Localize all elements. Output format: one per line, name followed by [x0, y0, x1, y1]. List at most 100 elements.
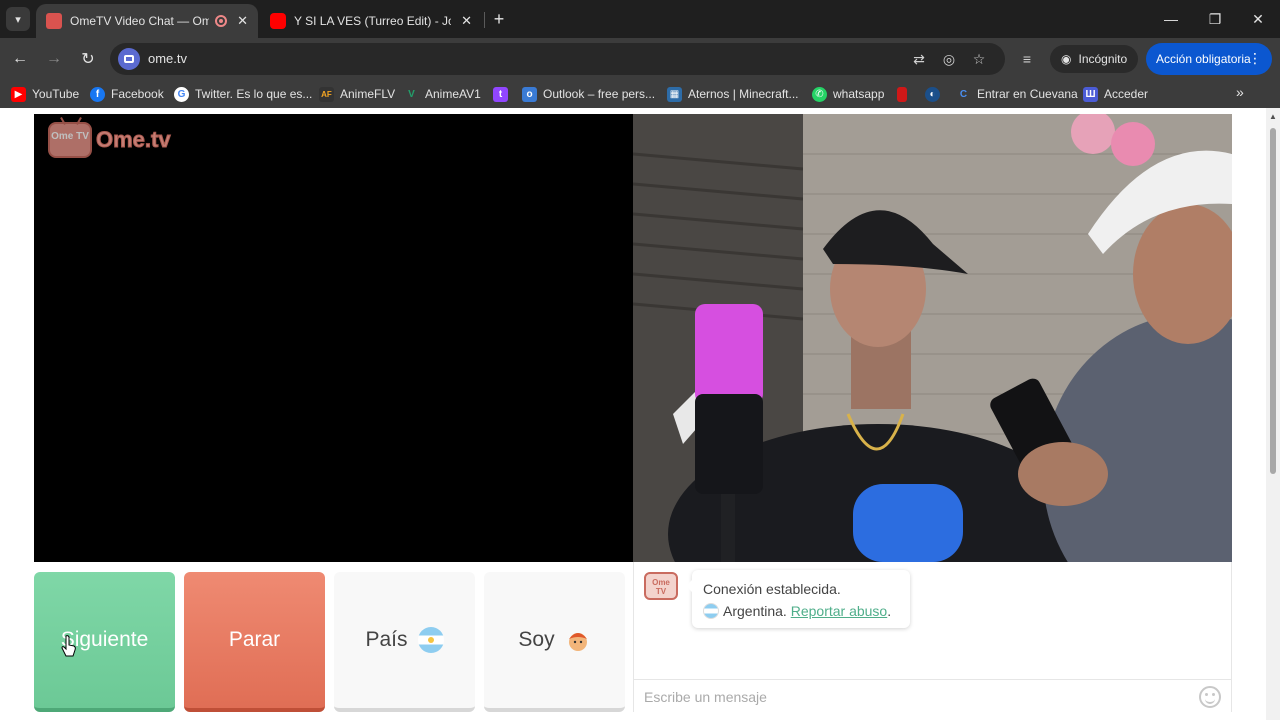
bookmarks-bar: ▶ YouTube f Facebook G Twitter. Es lo qu… — [0, 80, 1280, 108]
browser-toolbar: ← → ↻ ome.tv ⇄ ◎ ☆ ≡ ◉ Incógnito Acción … — [0, 38, 1280, 80]
bookmark-label: Aternos | Minecraft... — [688, 87, 799, 101]
bookmark-twitch[interactable]: t — [493, 84, 514, 104]
tab-search-button[interactable]: ▾ — [6, 7, 30, 31]
bookmark-label: Facebook — [111, 87, 164, 101]
bookmark-twitter[interactable]: G Twitter. Es lo que es... — [174, 84, 312, 104]
cuevana-icon: C — [959, 88, 968, 100]
next-button[interactable]: Siguiente — [34, 572, 175, 712]
bookmark-whatsapp[interactable]: ✆ whatsapp — [812, 84, 884, 104]
youtube-icon: ▶ — [11, 86, 26, 102]
youtube-favicon-icon — [270, 13, 286, 29]
ometv-page: Ome TV Ome.tv Siguiente Parar País Soy O… — [0, 108, 1280, 720]
translate-icon[interactable]: ⇄ — [908, 48, 930, 70]
emoji-icon[interactable] — [1199, 686, 1221, 708]
tab-youtube[interactable]: Y SI LA VES (Turreo Edit) - Jona ✕ — [260, 4, 482, 38]
bookmark-facebook[interactable]: f Facebook — [90, 84, 164, 104]
animeflv-icon: AF — [319, 86, 334, 102]
address-bar[interactable]: ome.tv ⇄ ◎ ☆ — [110, 43, 1005, 75]
steam-icon: ◐ — [925, 86, 940, 102]
bookmark-aternos[interactable]: ▦ Aternos | Minecraft... — [667, 84, 799, 104]
media-control-icon[interactable]: ≡ — [1016, 48, 1038, 70]
action-required-label: Acción obligatoria — [1156, 52, 1251, 66]
ometv-chat-logo-icon: Ome TV — [644, 572, 678, 600]
outlook-icon: o — [522, 86, 537, 102]
bookmark-label: Entrar en Cuevana — [977, 87, 1078, 101]
bookmark-animeflv[interactable]: AF AnimeFLV — [319, 84, 395, 104]
bookmark-youtube[interactable]: ▶ YouTube — [11, 84, 79, 104]
eye-slash-icon[interactable]: ◎ — [938, 48, 960, 70]
url-text[interactable]: ome.tv — [148, 51, 187, 66]
system-message: Conexión establecida. Argentina. Reporta… — [686, 570, 910, 628]
new-tab-button[interactable]: + — [488, 8, 510, 30]
reload-button[interactable]: ↻ — [76, 47, 100, 71]
minimize-button[interactable]: — — [1156, 6, 1186, 32]
red-bookmark-icon — [897, 86, 907, 102]
argentina-flag-icon — [703, 603, 719, 619]
action-required-button[interactable]: Acción obligatoria ⋮ — [1146, 43, 1272, 75]
acceder-icon: Ш — [1083, 86, 1098, 102]
bookmark-animeav1[interactable]: V AnimeAV1 — [404, 84, 481, 104]
connection-status: Conexión establecida. — [703, 581, 841, 597]
scroll-thumb[interactable] — [1270, 128, 1276, 474]
bookmark-label: AnimeFLV — [340, 87, 396, 101]
gender-label: Soy — [518, 628, 555, 651]
animeav1-icon: V — [408, 88, 415, 100]
country-button[interactable]: País — [334, 572, 475, 712]
twitch-icon: t — [493, 86, 508, 102]
forward-button[interactable]: → — [42, 47, 66, 71]
message-placeholder: Escribe un mensaje — [644, 689, 767, 705]
bookmark-label: Acceder — [1104, 87, 1149, 101]
bookmark-label: whatsapp — [833, 87, 885, 101]
google-icon: G — [174, 86, 189, 102]
bookmark-label: Twitter. Es lo que es... — [195, 87, 313, 101]
country-label: País — [365, 628, 408, 651]
tab-title: Y SI LA VES (Turreo Edit) - Jona — [294, 14, 452, 28]
chat-panel: Ome TV Conexión establecida. Argentina. … — [633, 562, 1232, 712]
tab-ometv[interactable]: OmeTV Video Chat — Ome ✕ — [36, 4, 258, 38]
report-abuse-link[interactable]: Reportar abuso — [791, 603, 888, 619]
facebook-icon: f — [90, 86, 105, 102]
close-window-button[interactable]: ✕ — [1243, 6, 1273, 32]
tv-logo-icon: Ome TV — [48, 122, 92, 158]
gender-button[interactable]: Soy — [484, 572, 625, 712]
back-button[interactable]: ← — [8, 47, 32, 71]
incognito-icon: ◉ — [1061, 52, 1072, 66]
bookmark-label: Outlook – free pers... — [543, 87, 656, 101]
more-menu-icon[interactable]: ⋮ — [1248, 50, 1262, 67]
more-bookmarks-icon[interactable]: » — [1236, 84, 1244, 100]
bookmark-steam[interactable]: ◐ — [925, 84, 946, 104]
message-input[interactable]: Escribe un mensaje — [634, 679, 1231, 712]
mouse-cursor-icon — [61, 635, 77, 662]
bookmark-label: AnimeAV1 — [425, 87, 481, 101]
tab-title: OmeTV Video Chat — Ome — [70, 14, 210, 28]
boy-face-icon — [565, 627, 591, 653]
stop-label: Parar — [228, 628, 281, 651]
bookmark-label: YouTube — [32, 87, 80, 101]
stop-button[interactable]: Parar — [184, 572, 325, 712]
remote-video-frame — [633, 114, 1232, 562]
bookmark-cuevana[interactable]: C Entrar en Cuevana — [956, 84, 1078, 104]
close-icon[interactable]: ✕ — [461, 13, 472, 29]
partner-country: Argentina. — [723, 603, 787, 619]
argentina-flag-icon — [417, 627, 444, 653]
close-icon[interactable]: ✕ — [237, 13, 248, 29]
restore-button[interactable]: ❐ — [1200, 6, 1230, 32]
page-scrollbar[interactable]: ▲ — [1266, 108, 1280, 720]
tab-strip: ▾ OmeTV Video Chat — Ome ✕ Y SI LA VES (… — [0, 0, 1280, 38]
remote-video — [633, 114, 1232, 562]
incognito-label: Incógnito — [1078, 52, 1128, 66]
local-video: Ome TV Ome.tv — [34, 114, 633, 562]
site-info-icon[interactable] — [118, 48, 140, 70]
tab-separator — [484, 12, 485, 28]
logo-text: Ome.tv — [96, 127, 172, 153]
aternos-icon: ▦ — [667, 86, 682, 102]
bookmark-acceder[interactable]: Ш Acceder — [1083, 84, 1148, 104]
ometv-favicon-icon — [46, 13, 62, 29]
recording-icon — [215, 15, 228, 27]
star-icon[interactable]: ☆ — [968, 48, 990, 70]
scroll-up-icon[interactable]: ▲ — [1269, 112, 1277, 121]
bookmark-red[interactable] — [897, 84, 913, 104]
whatsapp-icon: ✆ — [812, 86, 827, 102]
bookmark-outlook[interactable]: o Outlook – free pers... — [522, 84, 655, 104]
incognito-badge[interactable]: ◉ Incógnito — [1050, 45, 1139, 73]
